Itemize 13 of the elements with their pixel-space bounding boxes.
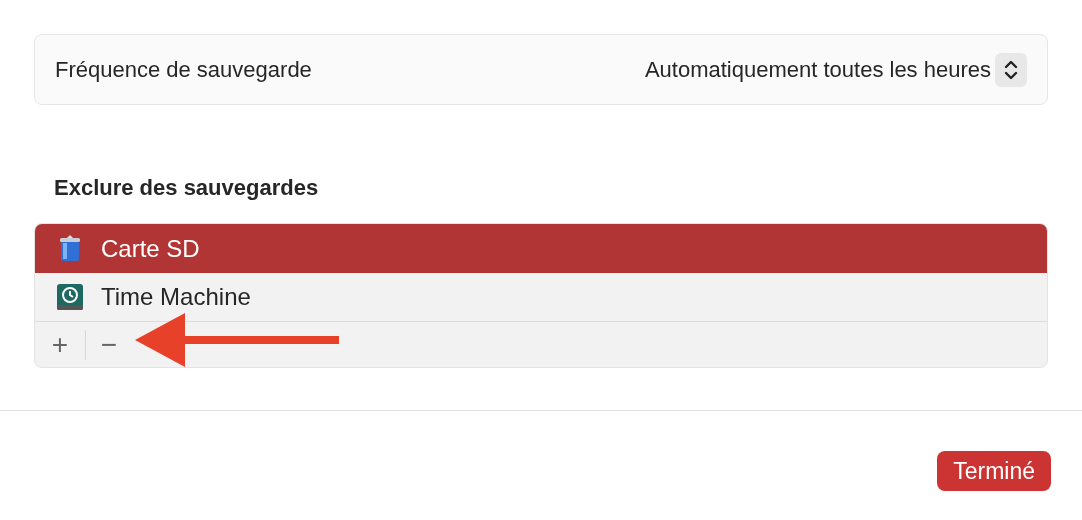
done-button[interactable]: Terminé	[937, 451, 1051, 491]
arrow-icon	[135, 313, 340, 367]
row-label: Time Machine	[101, 282, 251, 312]
clock-drive-icon	[55, 283, 85, 311]
remove-button[interactable]: −	[94, 330, 124, 359]
frequency-label: Fréquence de sauvegarde	[55, 56, 312, 84]
stepper-icon[interactable]	[995, 52, 1027, 87]
add-button[interactable]: +	[43, 330, 77, 359]
frequency-value[interactable]: Automatiquement toutes les heures	[644, 53, 991, 86]
trash-can-icon	[58, 234, 82, 263]
section-heading: Exclure des sauvegardes	[54, 174, 320, 202]
row-label: Carte SD	[101, 233, 200, 264]
list-row[interactable]: Carte SD	[35, 224, 1047, 273]
